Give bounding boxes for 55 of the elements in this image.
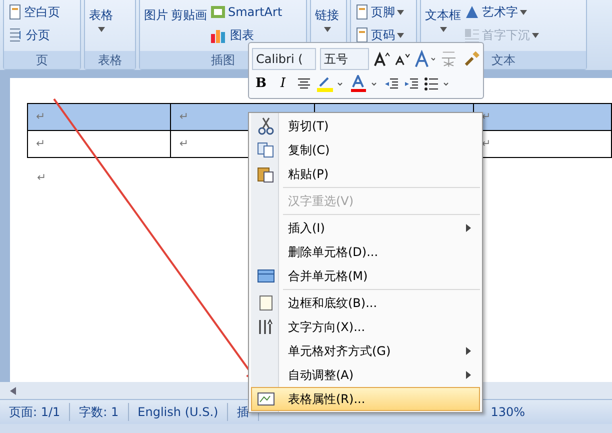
- menu-item[interactable]: 粘贴(P): [251, 162, 480, 186]
- menu-item[interactable]: 表格属性(R)...: [251, 387, 480, 411]
- ribbon-button[interactable]: 图表: [210, 24, 282, 46]
- status-item: 字数: 1: [70, 403, 129, 421]
- ribbon-button[interactable]: SmartArt: [210, 1, 282, 23]
- text-direction-icon: [257, 318, 275, 336]
- format-painter-icon: [462, 50, 480, 68]
- ribbon-button[interactable]: 链接: [315, 0, 339, 32]
- ribbon-button[interactable]: 表格: [89, 0, 113, 32]
- table-cell: ↵: [28, 130, 171, 158]
- status-item: English (U.S.): [128, 403, 228, 421]
- menu-item[interactable]: 文字方向(X)...: [251, 315, 480, 339]
- ribbon-button[interactable]: 艺术字: [464, 1, 539, 23]
- bold-button[interactable]: B: [252, 74, 270, 94]
- table-cell: ↵: [28, 104, 171, 130]
- ribbon-button[interactable]: 空白页: [8, 1, 60, 23]
- text-effects-icon: [414, 50, 436, 68]
- smartart-icon: [210, 4, 226, 20]
- group-label: 页: [4, 51, 80, 69]
- scroll-left-icon[interactable]: [10, 386, 16, 394]
- zoom-level: 130%: [490, 404, 526, 421]
- copy-icon: [257, 142, 275, 158]
- center-align-icon: [296, 76, 312, 90]
- menu-item[interactable]: 合并单元格(M): [251, 264, 480, 288]
- italic-button[interactable]: I: [274, 74, 292, 94]
- font-size-field[interactable]: 五号: [320, 48, 369, 70]
- ribbon-button[interactable]: 图片: [144, 0, 168, 24]
- menu-item[interactable]: 单元格对齐方式(G): [251, 339, 480, 363]
- clipboard-icon: [257, 165, 275, 183]
- menu-item[interactable]: 删除单元格(D)...: [251, 240, 480, 264]
- menu-item[interactable]: 边框和底纹(B)...: [251, 291, 480, 315]
- page-icon: [355, 4, 369, 20]
- bar-chart-icon: [210, 27, 228, 43]
- ribbon-button[interactable]: 页脚: [355, 1, 404, 23]
- paragraph-mark: ↵: [37, 170, 46, 186]
- ribbon-button[interactable]: 分页: [8, 24, 60, 46]
- menu-item[interactable]: 自动调整(A): [251, 363, 480, 387]
- ribbon-button[interactable]: 文本框: [425, 0, 461, 32]
- shrink-font-icon: [394, 52, 410, 66]
- menu-item[interactable]: 插入(I): [251, 216, 480, 240]
- ribbon-button[interactable]: 剪贴画: [171, 0, 207, 24]
- decrease-indent-icon: [384, 76, 400, 90]
- ribbon-button[interactable]: 页码: [355, 24, 404, 46]
- status-item: 页面: 1/1: [0, 403, 70, 421]
- table-properties-icon: [257, 392, 275, 406]
- wordart-icon: [464, 4, 480, 20]
- increase-indent-icon: [404, 76, 420, 90]
- drop-cap-icon: [464, 27, 480, 43]
- table-icon: [257, 269, 275, 283]
- page-icon: [259, 295, 273, 311]
- font-field[interactable]: Calibri (: [252, 48, 316, 70]
- page-icon: [8, 4, 22, 20]
- group-label: 表格: [85, 51, 135, 69]
- scissors-icon: [258, 117, 274, 135]
- grow-font-icon: [372, 50, 390, 66]
